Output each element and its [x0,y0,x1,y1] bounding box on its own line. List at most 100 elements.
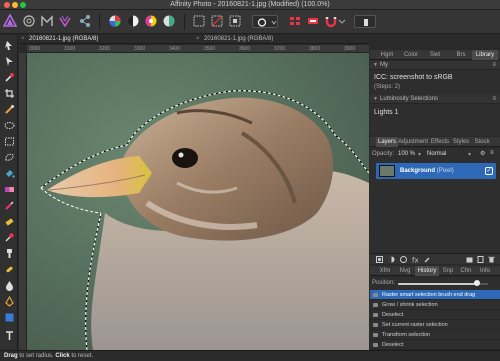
tab-navigator[interactable]: Nvg [396,266,414,276]
close-tab-icon[interactable]: × [21,35,25,44]
marquee-tool-icon[interactable] [3,135,15,147]
more-options-icon[interactable]: ≡ [492,61,496,70]
document-canvas[interactable] [27,53,369,350]
brush-layer-icon[interactable] [424,256,431,263]
tab-layers[interactable]: Layers [376,137,398,147]
tab-styles[interactable]: Styles [451,137,471,147]
dodge-tool-icon[interactable] [3,231,15,243]
tab-snapshots[interactable]: Snp [440,266,456,276]
text-tool-icon[interactable] [3,329,15,341]
blur-brush-tool-icon[interactable] [3,279,15,291]
invert-selection-icon[interactable] [228,14,242,28]
freehand-selection-tool-icon[interactable] [3,151,15,163]
slider-handle[interactable] [474,280,481,286]
macro-category-my[interactable]: ▼ My ≡ [370,61,500,70]
history-step-icon [373,303,378,307]
rectangle-tool-icon[interactable] [3,311,15,323]
assistant-icon[interactable] [288,14,302,28]
tab-transform[interactable]: Xfm [376,266,394,276]
gradient-tool-icon[interactable] [3,183,15,195]
live-filter-icon[interactable] [400,256,407,263]
photo-persona-icon[interactable] [3,14,17,28]
opacity-value[interactable]: 100 % [398,151,415,157]
toolbar-divider [184,14,185,30]
crop-tool-icon[interactable] [3,87,15,99]
flood-fill-tool-icon[interactable] [3,167,15,179]
macro-steps: (Steps: 2) [374,84,401,90]
add-mask-icon[interactable] [376,256,383,263]
macro-name[interactable]: ICC: screenshot to sRGB [374,74,453,81]
disclosure-triangle-icon[interactable]: ▼ [373,61,378,70]
paint-brush-tool-icon[interactable] [3,199,15,211]
auto-white-balance-icon[interactable] [162,14,176,28]
blend-mode-chevron-icon[interactable]: ▾ [468,151,471,158]
history-item[interactable]: Deselect [370,310,500,320]
tab-history[interactable]: History [415,266,439,276]
export-persona-icon[interactable] [78,14,92,28]
tab-adjustment[interactable]: Adjustment [398,137,428,147]
history-position-slider[interactable] [398,280,488,286]
clone-tool-icon[interactable] [3,247,15,259]
order-toggle[interactable] [354,15,376,28]
tab-brushes[interactable]: Brs [450,50,472,60]
select-all-icon[interactable] [192,14,206,28]
macro-name[interactable]: Lights 1 [374,109,399,116]
auto-levels-icon[interactable] [108,14,122,28]
history-item[interactable]: Raster smart selection brush end drag [370,290,500,300]
snapping-icon[interactable] [306,14,320,28]
tone-mapping-persona-icon[interactable] [58,14,72,28]
add-group-icon[interactable] [466,256,473,263]
tools-panel [0,35,18,350]
layer-options-icon[interactable]: ≡ [490,150,494,156]
auto-colors-icon[interactable] [144,14,158,28]
history-item[interactable]: Deselect [370,340,500,350]
document-tab[interactable]: × 20160821-1.jpg (RGBA/8) [19,35,194,44]
layers-footer-toolbar: fx [370,253,500,264]
tab-info[interactable]: Info [476,266,494,276]
color-picker-tool-icon[interactable] [3,71,15,83]
liquify-persona-icon[interactable] [22,14,36,28]
layer-item-background[interactable]: Background (Pixel) ✓ [376,163,496,179]
tab-swatches[interactable]: Swt [424,50,446,60]
snapping-options-dropdown[interactable] [338,14,346,28]
ruler-tick-label: 3100 [64,46,76,52]
tab-effects[interactable]: Effects [429,137,451,147]
effects-icon[interactable]: fx [412,256,419,264]
history-item[interactable]: Transform selection [370,330,500,340]
ruler-tick-label: 3300 [134,46,146,52]
history-item[interactable]: Set current raster selection [370,320,500,330]
develop-persona-icon[interactable] [40,14,54,28]
deselect-icon[interactable] [210,14,224,28]
title-bar: Affinity Photo - 20160821-1.jpg (Modifie… [0,0,500,10]
tab-histogram[interactable]: Hgm [376,50,398,60]
add-layer-icon[interactable] [477,256,484,263]
adjustment-icon[interactable] [388,256,395,263]
erase-brush-tool-icon[interactable] [3,215,15,227]
delete-layer-icon[interactable] [488,256,495,263]
document-tab[interactable]: × 20160821-1.jpg (RGBA/8) [194,35,369,44]
flood-select-tool-icon[interactable] [3,119,15,131]
blend-mode-dropdown[interactable]: Normal [427,151,446,157]
history-item[interactable]: Grow / shrink selection [370,300,500,310]
selection-mode-dropdown[interactable] [252,15,278,28]
tab-color[interactable]: Color [400,50,422,60]
section-label: Luminosity Selections [380,96,439,102]
healing-brush-tool-icon[interactable] [3,263,15,275]
opacity-dropdown-icon[interactable]: ▾ [418,151,421,158]
tab-stock[interactable]: Stock [472,137,492,147]
selection-brush-tool-icon[interactable] [3,103,15,115]
history-list: Raster smart selection brush end drag Gr… [370,290,500,350]
pen-tool-icon[interactable] [3,295,15,307]
close-tab-icon[interactable]: × [196,35,200,44]
view-tool-icon[interactable] [3,39,15,51]
disclosure-triangle-icon[interactable]: ▼ [373,95,378,104]
layer-visibility-checkbox[interactable]: ✓ [485,167,493,175]
auto-contrast-icon[interactable] [126,14,140,28]
magnet-icon[interactable] [324,14,338,28]
more-options-icon[interactable]: ≡ [492,95,496,104]
tab-channels[interactable]: Chn [458,266,474,276]
tab-library[interactable]: Library [472,50,498,60]
move-tool-icon[interactable] [3,55,15,67]
gear-icon[interactable]: ⚙ [480,150,485,157]
macro-category-luminosity[interactable]: ▼ Luminosity Selections ≡ [370,95,500,104]
